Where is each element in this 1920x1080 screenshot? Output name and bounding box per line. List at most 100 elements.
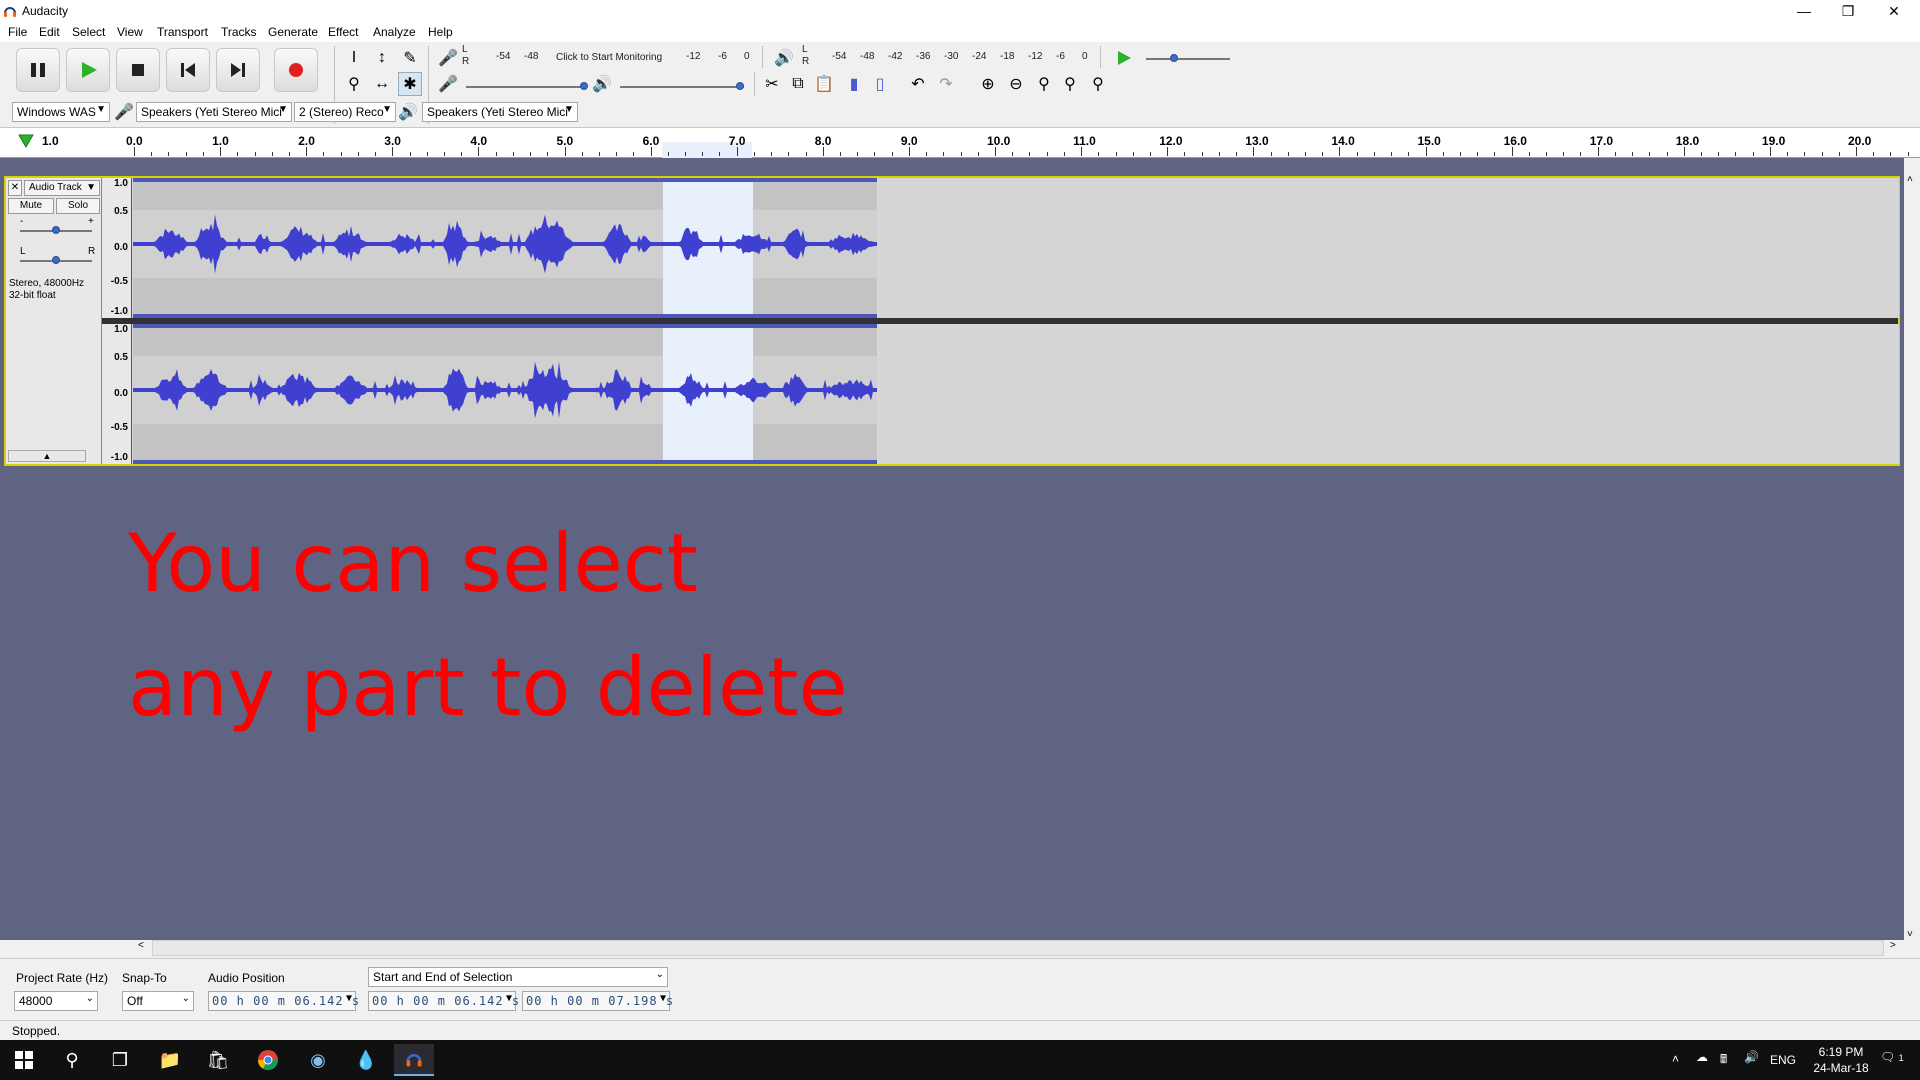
scroll-down-icon[interactable]: ˅ — [1907, 929, 1913, 940]
timeline-ruler[interactable]: 1.0 0.0 1.0 2.0 3.0 4.0 5.0 6.0 7.0 8.0 9.0 10.0 11… — [0, 128, 1920, 158]
record-meter-button[interactable]: 🎤 — [436, 46, 460, 70]
start-button[interactable] — [4, 1044, 44, 1076]
record-button[interactable] — [274, 48, 318, 92]
left-channel[interactable] — [133, 178, 1899, 318]
scroll-right-icon[interactable]: > — [1890, 940, 1902, 956]
action-center-button[interactable]: 🗨 1 — [1880, 1050, 1904, 1064]
file-explorer-button[interactable]: 📁 — [150, 1044, 190, 1076]
scroll-left-icon[interactable]: < — [138, 940, 150, 956]
menu-help[interactable]: Help — [428, 25, 453, 39]
play-speed-knob[interactable] — [1170, 54, 1178, 62]
paste-button[interactable]: 📋 — [812, 72, 836, 96]
store-button[interactable]: 🛍 — [198, 1044, 238, 1076]
audio-clip[interactable] — [133, 178, 877, 318]
playback-meter[interactable]: -54 -48 -42 -36 -30 -24 -18 -12 -6 0 — [814, 46, 1094, 68]
skip-to-end-button[interactable] — [216, 48, 260, 92]
clock[interactable]: 6:19 PM 24-Mar-18 — [1806, 1044, 1876, 1076]
menu-tracks[interactable]: Tracks — [221, 25, 257, 39]
pan-knob[interactable] — [52, 256, 60, 264]
menu-select[interactable]: Select — [72, 25, 105, 39]
stop-button[interactable] — [116, 48, 160, 92]
zoom-in-button[interactable]: ⊕ — [976, 72, 1000, 96]
restore-button[interactable]: ❐ — [1826, 0, 1870, 22]
menu-transport[interactable]: Transport — [157, 25, 208, 39]
solo-button[interactable]: Solo — [56, 198, 100, 214]
mute-button[interactable]: Mute — [8, 198, 54, 214]
fit-selection-button[interactable]: ⚲ — [1032, 72, 1056, 96]
audio-host-select[interactable]: Windows WAS ▼ — [12, 102, 110, 122]
project-rate-select[interactable]: 48000 ⌄ — [14, 991, 98, 1011]
silence-button[interactable]: ▯ — [868, 72, 892, 96]
pause-button[interactable] — [16, 48, 60, 92]
track-name: Audio Track — [29, 182, 82, 193]
browser-app-button[interactable]: ◉ — [298, 1044, 338, 1076]
pin-playhead-icon[interactable] — [18, 134, 34, 148]
multi-tool[interactable]: ✱ — [398, 72, 422, 96]
menu-effect[interactable]: Effect — [328, 25, 358, 39]
selection-end-field[interactable]: 00 h 00 m 07.198 s ▼ — [522, 991, 673, 1011]
playback-volume-slider[interactable] — [620, 86, 744, 88]
close-track-button[interactable]: ✕ — [8, 180, 22, 196]
audio-track[interactable]: ✕ Audio Track ▼ Mute Solo - + L R Stereo… — [4, 176, 1900, 466]
playback-meter-button[interactable]: 🔊 — [772, 46, 796, 70]
recording-device-select[interactable]: Speakers (Yeti Stereo Mici ▼ — [136, 102, 292, 122]
collapse-track-button[interactable]: ▲ — [8, 450, 86, 462]
trim-button[interactable]: ▮ — [842, 72, 866, 96]
horizontal-scrollbar[interactable] — [152, 940, 1884, 956]
droplet-app-button[interactable]: 💧 — [346, 1044, 386, 1076]
skip-to-start-button[interactable] — [166, 48, 210, 92]
task-view-button[interactable]: ❐ — [100, 1044, 140, 1076]
menu-view[interactable]: View — [117, 25, 143, 39]
search-button[interactable]: ⚲ — [52, 1044, 92, 1076]
playback-device-select[interactable]: Speakers (Yeti Stereo Mici ▼ — [422, 102, 578, 122]
play-speed-slider[interactable] — [1146, 58, 1230, 60]
menu-analyze[interactable]: Analyze — [373, 25, 416, 39]
cut-button[interactable]: ✂ — [760, 72, 784, 96]
minimize-button[interactable]: — — [1782, 0, 1826, 22]
vertical-scrollbar[interactable]: ˄ ˅ — [1904, 174, 1920, 940]
menu-file[interactable]: File — [8, 25, 27, 39]
scroll-up-icon[interactable]: ˄ — [1907, 174, 1913, 185]
envelope-tool[interactable]: ↕ — [370, 46, 394, 70]
language-indicator[interactable]: ENG — [1770, 1053, 1796, 1067]
audio-clip[interactable] — [133, 324, 877, 464]
volume-icon[interactable]: 🔊 — [1744, 1050, 1759, 1064]
recording-channels-select[interactable]: 2 (Stereo) Reco ▼ — [294, 102, 396, 122]
time-shift-tool[interactable]: ↔ — [370, 72, 394, 96]
fit-project-button[interactable]: ⚲ — [1058, 72, 1082, 96]
zoom-tool[interactable]: ⚲ — [342, 72, 366, 96]
play-at-speed-button[interactable] — [1112, 46, 1136, 70]
right-channel[interactable] — [133, 324, 1899, 464]
audacity-taskbar-button[interactable] — [394, 1044, 434, 1076]
undo-button[interactable]: ↶ — [906, 72, 930, 96]
snap-to-select[interactable]: Off ⌄ — [122, 991, 194, 1011]
recording-volume-slider[interactable] — [466, 86, 586, 88]
audio-position-field[interactable]: 00 h 00 m 06.142 s ▼ — [208, 991, 359, 1011]
tray-overflow-icon[interactable]: ˄ — [1672, 1052, 1679, 1066]
playback-volume-knob[interactable] — [736, 82, 744, 90]
copy-button[interactable]: ⧉ — [786, 72, 810, 96]
chrome-button[interactable] — [248, 1044, 288, 1076]
recording-volume-knob[interactable] — [580, 82, 588, 90]
selection-start-field[interactable]: 00 h 00 m 06.142 s ▼ — [368, 991, 519, 1011]
ruler-tick — [375, 152, 377, 156]
gain-knob[interactable] — [52, 226, 60, 234]
menu-edit[interactable]: Edit — [39, 25, 60, 39]
record-meter[interactable]: -54 -48 Click to Start Monitoring -12 -6… — [474, 46, 754, 68]
close-window-button[interactable]: ✕ — [1872, 0, 1916, 22]
selection-mode-select[interactable]: Start and End of Selection ⌄ — [368, 967, 668, 987]
network-icon[interactable]: 🖩 — [1720, 1050, 1727, 1071]
track-menu-button[interactable]: Audio Track ▼ — [24, 180, 100, 196]
zoom-out-button[interactable]: ⊖ — [1004, 72, 1028, 96]
track-area[interactable]: ✕ Audio Track ▼ Mute Solo - + L R Stereo… — [0, 158, 1904, 940]
meter-r-label: R — [802, 56, 810, 67]
zoom-toggle-button[interactable]: ⚲ — [1086, 72, 1110, 96]
selection-tool[interactable]: I — [342, 46, 366, 70]
menu-generate[interactable]: Generate — [268, 25, 318, 39]
ruler-tick — [1701, 152, 1703, 156]
ruler-tick — [943, 152, 945, 156]
draw-tool[interactable]: ✎ — [398, 46, 422, 70]
redo-button[interactable]: ↷ — [934, 72, 958, 96]
onedrive-icon[interactable]: ☁ — [1696, 1050, 1708, 1064]
play-button[interactable] — [66, 48, 110, 92]
